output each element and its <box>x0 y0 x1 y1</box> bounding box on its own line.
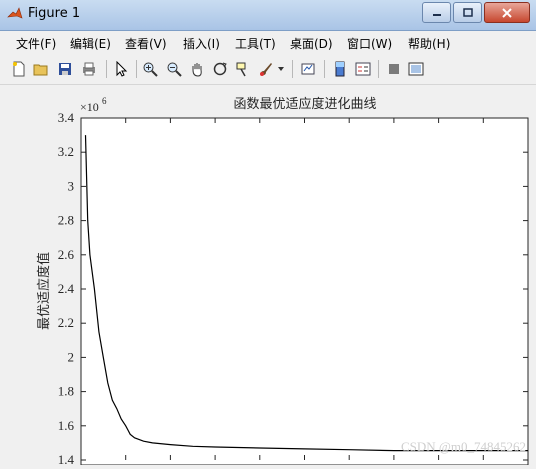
menu-bar: 文件(F) 编辑(E) 查看(V) 插入(I) 工具(T) 桌面(D) 窗口(W… <box>0 31 536 53</box>
y-tick-label: 3.4 <box>58 110 75 125</box>
close-icon <box>502 7 512 18</box>
pan-icon[interactable] <box>187 59 207 79</box>
brush-dropdown-icon[interactable] <box>276 59 286 79</box>
y-tick-label: 2.6 <box>58 247 75 262</box>
new-file-icon[interactable] <box>9 59 29 79</box>
axes-box <box>80 117 529 466</box>
y-exponent-power: 6 <box>102 96 107 106</box>
zoom-in-icon[interactable] <box>140 59 160 79</box>
y-tick-label: 2 <box>68 349 75 364</box>
save-icon[interactable] <box>55 59 75 79</box>
y-tick-label: 2.2 <box>58 315 74 330</box>
menu-desktop[interactable]: 桌面(D) <box>290 35 333 52</box>
watermark: CSDN @m0_74845262 <box>401 439 526 454</box>
print-icon[interactable] <box>79 59 99 79</box>
pointer-icon[interactable] <box>111 59 131 79</box>
show-plot-tools-icon[interactable] <box>406 59 426 79</box>
tool-bar <box>0 54 536 85</box>
minimize-button[interactable] <box>422 2 451 23</box>
rotate-3d-icon[interactable] <box>210 59 230 79</box>
menu-view[interactable]: 查看(V) <box>125 35 167 52</box>
y-tick-label: 1.4 <box>58 452 75 465</box>
menu-window[interactable]: 窗口(W) <box>347 35 392 52</box>
y-tick-label: 3.2 <box>58 144 74 159</box>
data-cursor-icon[interactable] <box>233 59 253 79</box>
maximize-icon <box>462 8 473 17</box>
zoom-out-icon[interactable] <box>164 59 184 79</box>
legend-icon[interactable] <box>353 59 373 79</box>
menu-edit[interactable]: 编辑(E) <box>70 35 111 52</box>
minimize-icon <box>432 13 441 16</box>
y-exponent-label: ×10 <box>80 100 99 114</box>
y-tick-label: 2.8 <box>58 213 74 228</box>
colorbar-icon[interactable] <box>330 59 350 79</box>
matlab-logo-icon <box>7 7 23 19</box>
chart-title: 函数最优适应度进化曲线 <box>233 96 376 111</box>
brush-icon[interactable] <box>256 59 276 79</box>
figure-canvas: 函数最优适应度进化曲线 ×10 6 最优适应度值 1.4 1.6 1.8 2 2.2 2.… <box>8 86 536 467</box>
menu-file[interactable]: 文件(F) <box>16 35 56 52</box>
window-title: Figure 1 <box>28 6 81 21</box>
title-bar: Figure 1 <box>0 0 536 31</box>
open-folder-icon[interactable] <box>31 59 51 79</box>
maximize-button[interactable] <box>453 2 482 23</box>
y-tick-label: 1.6 <box>58 418 75 433</box>
y-tick-label: 1.8 <box>58 384 74 399</box>
plot-svg: 函数最优适应度进化曲线 ×10 6 最优适应度值 1.4 1.6 1.8 2 2.2 2.… <box>36 96 529 467</box>
y-tick-label: 3 <box>68 178 75 193</box>
y-axis-label: 最优适应度值 <box>36 252 51 330</box>
menu-help[interactable]: 帮助(H) <box>408 35 450 52</box>
menu-insert[interactable]: 插入(I) <box>183 35 220 52</box>
link-plot-icon[interactable] <box>298 59 318 79</box>
y-tick-label: 2.4 <box>58 281 75 296</box>
hide-plot-tools-icon[interactable] <box>384 59 404 79</box>
close-button[interactable] <box>484 2 530 23</box>
menu-tools[interactable]: 工具(T) <box>235 35 276 52</box>
